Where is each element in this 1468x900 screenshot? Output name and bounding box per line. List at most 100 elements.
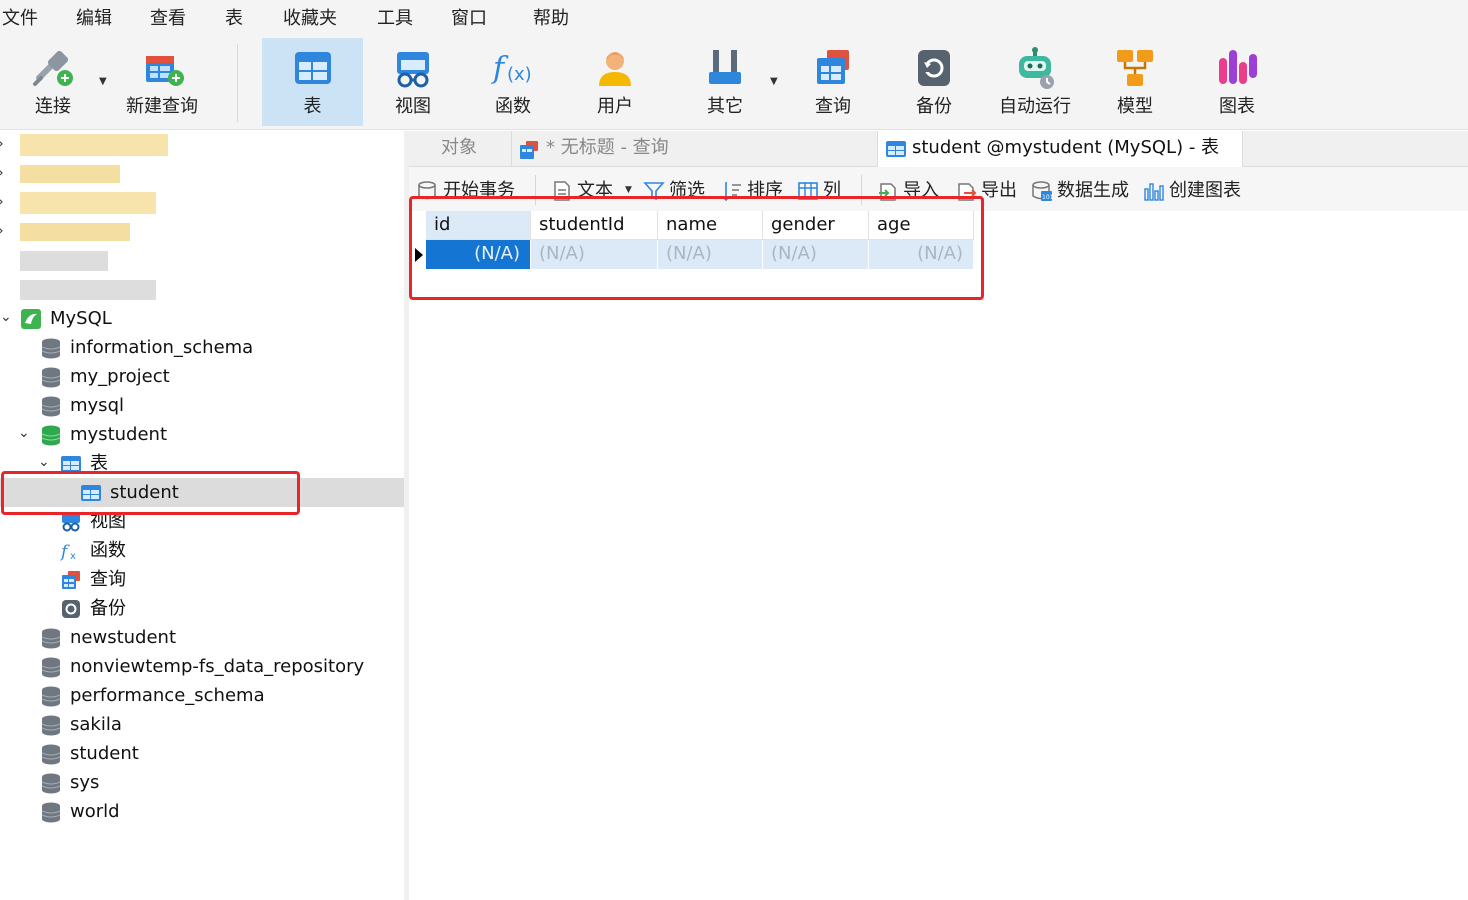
connection-dropdown-icon[interactable]: ▼	[99, 76, 107, 87]
new-query-label: 新建查询	[126, 96, 198, 117]
create-chart-button[interactable]: 创建图表	[1143, 179, 1253, 203]
sort-button[interactable]: 排序	[721, 179, 793, 203]
menu-tools[interactable]: 工具	[377, 8, 413, 30]
auto-run-label: 自动运行	[999, 96, 1071, 117]
new-query-button[interactable]: 新建查询	[118, 38, 206, 126]
database-icon	[41, 802, 61, 823]
view-button[interactable]: 视图	[368, 38, 458, 126]
column-header-label: gender	[771, 214, 835, 235]
menu-edit[interactable]: 编辑	[76, 8, 112, 30]
connection-mysql[interactable]: ⌄ MySQL	[0, 304, 404, 333]
query-button[interactable]: 查询	[788, 38, 878, 126]
table-button[interactable]: 表	[262, 38, 363, 126]
transaction-icon	[418, 181, 436, 200]
columns-button[interactable]: 列	[797, 179, 851, 203]
database-item[interactable]: sys	[0, 768, 404, 797]
tab-objects[interactable]: 对象	[409, 131, 511, 167]
obscured-connection-row[interactable]: ›	[0, 160, 404, 189]
chevron-down-icon[interactable]: ▼	[625, 185, 632, 195]
chevron-down-icon[interactable]: ⌄	[38, 454, 50, 470]
database-item[interactable]: mysql	[0, 391, 404, 420]
text-view-button[interactable]: 文本 ▼	[551, 179, 633, 203]
tab-untitled-query[interactable]: * 无标题 - 查询	[511, 131, 877, 167]
menu-file[interactable]: 文件	[2, 8, 38, 30]
obscured-connection-row[interactable]: ›	[0, 189, 404, 218]
function-button[interactable]: f (x) 函数	[468, 38, 558, 126]
cell-value: (N/A)	[666, 243, 712, 264]
table-cell[interactable]: (N/A)	[869, 240, 974, 269]
backup-label: 备份	[916, 96, 952, 117]
queries-group[interactable]: 查询	[0, 565, 404, 594]
function-icon: fx	[60, 542, 76, 562]
create-chart-label: 创建图表	[1169, 180, 1241, 201]
obscured-connection-row[interactable]: ›	[0, 218, 404, 247]
obscured-connection-row[interactable]	[0, 276, 404, 305]
begin-transaction-button[interactable]: 开始事务	[417, 179, 535, 203]
database-item[interactable]: performance_schema	[0, 681, 404, 710]
menu-table[interactable]: 表	[225, 8, 243, 30]
chevron-down-icon[interactable]: ⌄	[0, 309, 12, 325]
column-header-name[interactable]: name	[658, 211, 763, 240]
row-indicator[interactable]	[413, 240, 426, 269]
bar-chart-icon	[1144, 183, 1164, 201]
column-header-gender[interactable]: gender	[763, 211, 869, 240]
table-cell[interactable]: (N/A)	[426, 240, 531, 269]
column-header-label: name	[666, 214, 718, 235]
menu-help[interactable]: 帮助	[533, 8, 569, 30]
table-cell[interactable]: (N/A)	[763, 240, 869, 269]
menu-favorites[interactable]: 收藏夹	[283, 8, 337, 30]
cell-value: (N/A)	[539, 243, 585, 264]
column-header-label: id	[434, 214, 451, 235]
robot-icon	[1019, 47, 1054, 89]
chevron-right-icon[interactable]: ›	[0, 223, 4, 239]
view-icon	[62, 513, 80, 532]
chart-label: 图表	[1219, 96, 1255, 117]
connection-button[interactable]: 连接	[8, 38, 98, 126]
views-group[interactable]: 视图	[0, 507, 404, 536]
other-tools-label: 其它	[707, 96, 743, 117]
obscured-connection-row[interactable]: ›	[0, 131, 404, 160]
other-tools-dropdown-icon[interactable]: ▼	[770, 76, 778, 87]
tab-student-table[interactable]: student @mystudent (MySQL) - 表	[877, 131, 1243, 168]
columns-label: 列	[823, 180, 841, 201]
chevron-right-icon[interactable]: ›	[0, 165, 4, 181]
backups-group[interactable]: 备份	[0, 594, 404, 623]
table-cell[interactable]: (N/A)	[658, 240, 763, 269]
chart-button[interactable]: 图表	[1192, 38, 1282, 126]
table-item-student[interactable]: student	[0, 478, 404, 507]
backup-button[interactable]: 备份	[889, 38, 979, 126]
functions-group[interactable]: fx 函数	[0, 536, 404, 565]
table-cell[interactable]: (N/A)	[531, 240, 658, 269]
import-button[interactable]: 导入	[877, 179, 949, 203]
function-label: 函数	[495, 96, 531, 117]
pane-splitter[interactable]	[404, 131, 409, 900]
user-button[interactable]: 用户	[570, 38, 660, 126]
database-item[interactable]: nonviewtemp-fs_data_repository	[0, 652, 404, 681]
menu-window[interactable]: 窗口	[451, 8, 487, 30]
tables-group[interactable]: ⌄ 表	[0, 449, 404, 478]
column-header-label: age	[877, 214, 911, 235]
database-item[interactable]: information_schema	[0, 333, 404, 362]
obscured-connection-row[interactable]	[0, 247, 404, 276]
database-item[interactable]: my_project	[0, 362, 404, 391]
column-header-age[interactable]: age	[869, 211, 974, 240]
model-button[interactable]: 模型	[1090, 38, 1180, 126]
user-icon	[599, 52, 631, 86]
menu-view[interactable]: 查看	[150, 8, 186, 30]
other-tools-button[interactable]: 其它	[680, 38, 770, 126]
column-header-studentid[interactable]: studentId	[531, 211, 658, 240]
database-item[interactable]: sakila	[0, 710, 404, 739]
chevron-down-icon[interactable]: ⌄	[18, 425, 30, 441]
data-generation-button[interactable]: 101 数据生成	[1031, 179, 1137, 203]
obscured-item	[20, 134, 168, 156]
database-item-mystudent[interactable]: ⌄ mystudent	[0, 420, 404, 449]
column-header-id[interactable]: id	[426, 211, 531, 240]
database-item[interactable]: world	[0, 797, 404, 826]
chevron-right-icon[interactable]: ›	[0, 194, 4, 210]
export-button[interactable]: 导出	[955, 179, 1027, 203]
chevron-right-icon[interactable]: ›	[0, 136, 4, 152]
filter-button[interactable]: 筛选	[643, 179, 715, 203]
database-item[interactable]: newstudent	[0, 623, 404, 652]
database-item[interactable]: student	[0, 739, 404, 768]
auto-run-button[interactable]: 自动运行	[990, 38, 1080, 126]
